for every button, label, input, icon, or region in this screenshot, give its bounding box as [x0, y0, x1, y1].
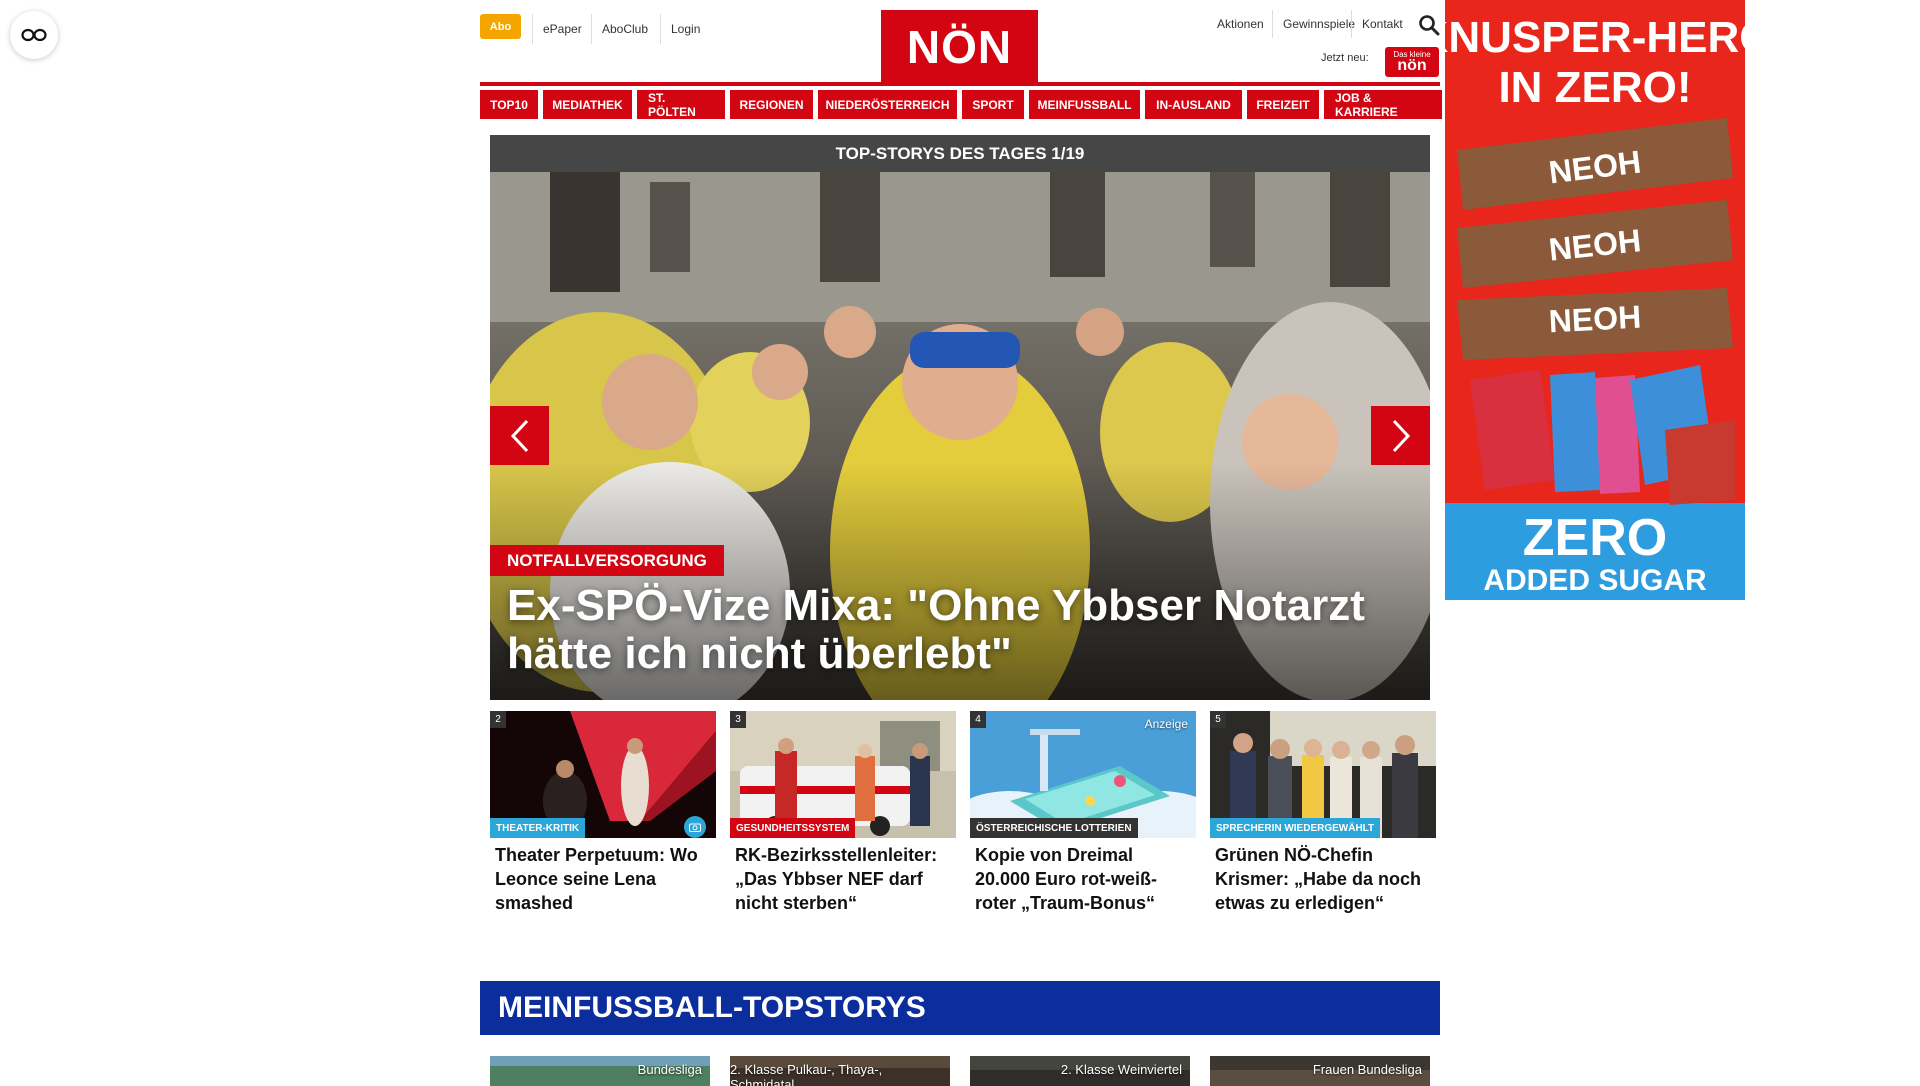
- site-header: Abo ePaper AboClub Login NÖN Aktionen Ge…: [480, 0, 1440, 84]
- meinfussball-card[interactable]: 2. Klasse Weinviertel: [970, 1056, 1190, 1086]
- nav-item-meinfussball[interactable]: MEINFUSSBALL: [1029, 90, 1140, 119]
- abo-button[interactable]: Abo: [480, 14, 521, 39]
- camera-icon: [684, 816, 706, 838]
- story-card[interactable]: 3 GESUNDHEITSSYSTEM RK-Bezirksstellenlei…: [730, 711, 956, 921]
- noen-logo[interactable]: NÖN: [881, 10, 1038, 84]
- ad-headline-1: KNUSPER-HERO: [1445, 13, 1745, 62]
- carousel-next-button[interactable]: [1371, 406, 1430, 465]
- kleine-noen-logo[interactable]: Das kleine nön: [1385, 47, 1439, 77]
- story-rank: 3: [730, 711, 746, 728]
- meinfussball-card[interactable]: Bundesliga: [490, 1056, 710, 1086]
- story-rank: 2: [490, 711, 506, 728]
- ad-bottom-2: ADDED SUGAR: [1483, 564, 1707, 597]
- top-stories-counter: TOP-STORYS DES TAGES 1/19: [490, 135, 1430, 172]
- nav-item-st-poelten[interactable]: ST. PÖLTEN: [637, 90, 725, 119]
- story-category-tag: SPRECHERIN WIEDERGEWÄHLT: [1210, 818, 1381, 838]
- hero-headline[interactable]: Ex-SPÖ-Vize Mixa: "Ohne Ybbser Notarzt h…: [507, 582, 1407, 678]
- meinfussball-card-league: 2. Klasse Pulkau-, Thaya-, Schmidatal: [730, 1062, 883, 1086]
- ad-bottom-1: ZERO: [1523, 509, 1667, 567]
- story-category-tag: ÖSTERREICHISCHE LOTTERIEN: [970, 818, 1138, 838]
- kleine-noen-logo-text: nön: [1397, 57, 1427, 74]
- carousel-prev-button[interactable]: [490, 406, 549, 465]
- meinfussball-card-league: 2. Klasse Weinviertel: [1060, 1062, 1182, 1077]
- ad-headline-2: IN ZERO!: [1498, 63, 1691, 112]
- story-card[interactable]: 4 Anzeige ÖSTERREICHISCHE LOTTERIEN Kopi…: [970, 711, 1196, 921]
- nav-item-job-karriere[interactable]: JOB & KARRIERE: [1324, 90, 1442, 119]
- chevron-right-icon: [1392, 419, 1410, 452]
- nav-item-mediathek[interactable]: MEDIATHEK: [543, 90, 632, 119]
- story-card[interactable]: 2 THEATER-KRITIK Theater Perpetuum: Wo L…: [490, 711, 716, 921]
- epaper-link[interactable]: ePaper: [532, 14, 592, 44]
- story-rank: 4: [970, 711, 986, 728]
- meinfussball-card[interactable]: 2. Klasse Pulkau-, Thaya-, Schmidatal: [730, 1056, 950, 1086]
- nav-item-niederoesterreich[interactable]: NIEDERÖSTERREICH: [818, 90, 957, 119]
- login-link[interactable]: Login: [660, 14, 710, 44]
- story-rank: 5: [1210, 711, 1226, 728]
- jetzt-neu-label: Jetzt neu:: [1321, 52, 1369, 64]
- nav-item-freizeit[interactable]: FREIZEIT: [1247, 90, 1319, 119]
- story-category-tag: GESUNDHEITSSYSTEM: [730, 818, 856, 838]
- main-nav: TOP10 MEDIATHEK ST. PÖLTEN REGIONEN NIED…: [480, 90, 1442, 119]
- story-category-tag: THEATER-KRITIK: [490, 818, 586, 838]
- aboclub-link[interactable]: AboClub: [591, 14, 658, 44]
- anzeige-label: Anzeige: [1144, 717, 1188, 731]
- hero-category-tag: NOTFALLVERSORGUNG: [490, 545, 724, 576]
- nav-item-in-ausland[interactable]: IN-AUSLAND: [1145, 90, 1242, 119]
- kontakt-link[interactable]: Kontakt: [1351, 10, 1413, 38]
- chevron-left-icon: [510, 419, 528, 452]
- nav-item-sport[interactable]: SPORT: [962, 90, 1024, 119]
- header-divider: [480, 82, 1440, 86]
- svg-text:NEOH: NEOH: [1548, 299, 1642, 340]
- meinfussball-card-league: Bundesliga: [637, 1062, 702, 1077]
- story-title[interactable]: Grünen NÖ-Chefin Krismer: „Habe da noch …: [1215, 843, 1433, 915]
- search-icon[interactable]: [1418, 14, 1440, 36]
- meinfussball-section-title[interactable]: MEINFUSSBALL-TOPSTORYS: [480, 981, 1440, 1035]
- aktionen-link[interactable]: Aktionen: [1207, 10, 1274, 38]
- meinfussball-card[interactable]: Frauen Bundesliga: [1210, 1056, 1430, 1086]
- story-title[interactable]: RK-Bezirksstellenleiter: „Das Ybbser NEF…: [735, 843, 953, 915]
- nav-item-regionen[interactable]: REGIONEN: [730, 90, 813, 119]
- glasses-icon: [21, 28, 47, 42]
- nav-item-top10[interactable]: TOP10: [480, 90, 538, 119]
- ad-product-bar: NEOH: [1457, 288, 1733, 360]
- story-card[interactable]: 5 SPRECHERIN WIEDERGEWÄHLT Grünen NÖ-Che…: [1210, 711, 1436, 921]
- meinfussball-card-league: Frauen Bundesliga: [1312, 1062, 1422, 1077]
- story-title[interactable]: Theater Perpetuum: Wo Leonce seine Lena …: [495, 843, 713, 915]
- accessibility-toggle-button[interactable]: [10, 11, 58, 59]
- hero-story[interactable]: NOTFALLVERSORGUNG Ex-SPÖ-Vize Mixa: "Ohn…: [490, 172, 1430, 700]
- story-title[interactable]: Kopie von Dreimal 20.000 Euro rot-weiß-r…: [975, 843, 1193, 915]
- kleine-noen-logo-top: Das kleine: [1393, 50, 1431, 59]
- advertisement-banner[interactable]: KNUSPER-HERO IN ZERO! NEOH NEOH NEOH ZER…: [1445, 0, 1745, 600]
